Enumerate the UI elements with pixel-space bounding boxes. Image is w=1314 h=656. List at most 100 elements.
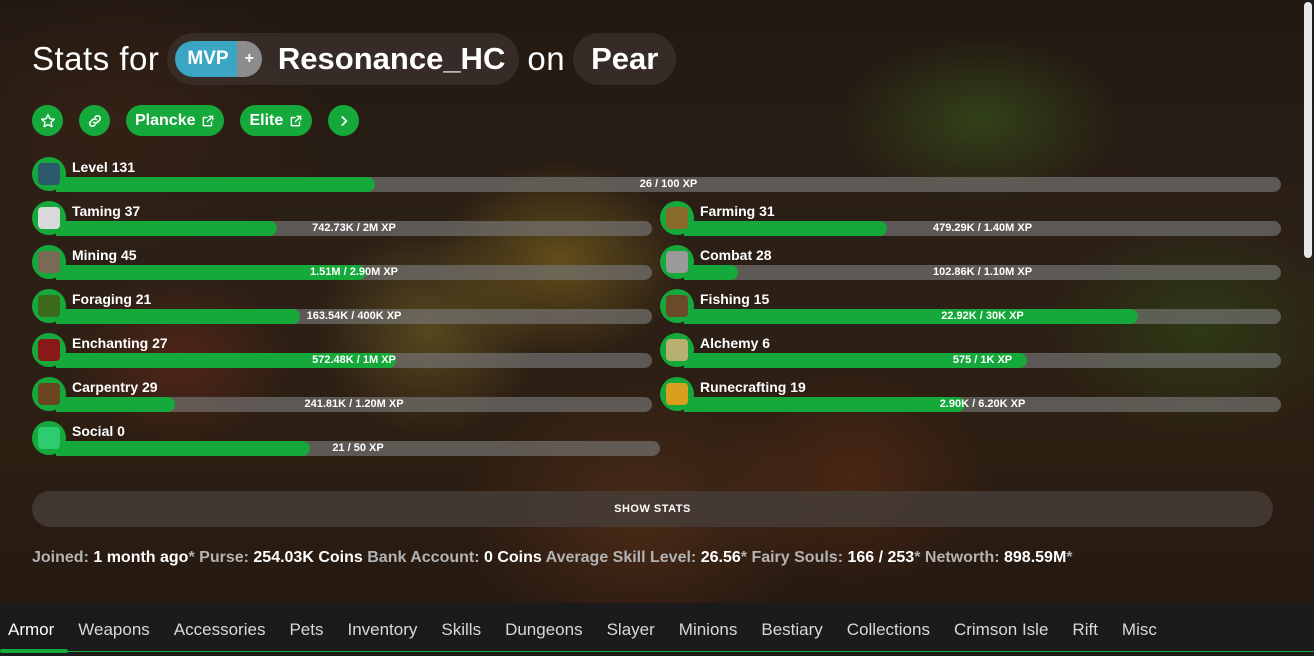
skill-xp-text: 22.92K / 30K XP bbox=[941, 310, 1024, 322]
mining-icon-glyph bbox=[38, 251, 60, 273]
profile-summary: Joined: 1 month ago* Purse: 254.03K Coin… bbox=[32, 549, 1073, 567]
carpentry-icon bbox=[32, 377, 66, 411]
tab-crimson-isle[interactable]: Crimson Isle bbox=[954, 620, 1048, 640]
player-name: Resonance_HC bbox=[277, 41, 506, 76]
skill-label: Runecrafting 19 bbox=[700, 379, 806, 395]
skill-level: Level 131 26 / 100 XP bbox=[32, 157, 1281, 192]
avg-asterisk: * bbox=[740, 549, 747, 566]
page-title: Stats for MVP + Resonance_HC on Pear bbox=[32, 33, 677, 85]
title-on: on bbox=[527, 40, 566, 77]
title-prefix: Stats for bbox=[32, 40, 160, 77]
skill-xp-text: 2.90K / 6.20K XP bbox=[939, 398, 1026, 410]
skill-label: Foraging 21 bbox=[72, 291, 152, 307]
tab-bestiary[interactable]: Bestiary bbox=[761, 620, 822, 640]
tab-slayer[interactable]: Slayer bbox=[607, 620, 655, 640]
skill-progress-bar: 479.29K / 1.40M XP bbox=[684, 221, 1281, 236]
tab-accessories[interactable]: Accessories bbox=[174, 620, 266, 640]
active-tab-indicator bbox=[0, 649, 68, 653]
tab-collections[interactable]: Collections bbox=[847, 620, 930, 640]
tab-weapons[interactable]: Weapons bbox=[78, 620, 150, 640]
elite-label: Elite bbox=[249, 111, 284, 129]
skill-foraging: Foraging 21 163.54K / 400K XP bbox=[32, 289, 652, 324]
farming-icon-glyph bbox=[666, 207, 688, 229]
networth-value: 898.59M bbox=[1004, 549, 1067, 566]
foraging-icon bbox=[32, 289, 66, 323]
favorite-button[interactable] bbox=[32, 105, 63, 136]
skill-progress-bar: 26 / 100 XP bbox=[56, 177, 1281, 192]
profile-chip[interactable]: Pear bbox=[573, 33, 677, 85]
fishing-icon-glyph bbox=[666, 295, 688, 317]
skill-runecrafting: Runecrafting 19 2.90K / 6.20K XP bbox=[660, 377, 1281, 412]
skill-xp-text: 742.73K / 2M XP bbox=[312, 222, 396, 234]
alchemy-icon-glyph bbox=[666, 339, 688, 361]
skill-combat: Combat 28 102.86K / 1.10M XP bbox=[660, 245, 1281, 280]
more-links-button[interactable] bbox=[328, 105, 360, 136]
skill-xp-text: 1.51M / 2.90M XP bbox=[309, 266, 399, 278]
carpentry-icon-glyph bbox=[38, 383, 60, 405]
rank-plus: + bbox=[236, 41, 262, 77]
skill-xp-text: 163.54K / 400K XP bbox=[306, 310, 402, 322]
enchanting-icon bbox=[32, 333, 66, 367]
skill-farming: Farming 31 479.29K / 1.40M XP bbox=[660, 201, 1281, 236]
skill-fishing: Fishing 15 22.92K / 30K XP bbox=[660, 289, 1281, 324]
skill-label: Combat 28 bbox=[700, 247, 772, 263]
skill-enchanting: Enchanting 27 572.48K / 1M XP bbox=[32, 333, 652, 368]
level-icon bbox=[32, 157, 66, 191]
alchemy-icon bbox=[660, 333, 694, 367]
tab-inventory[interactable]: Inventory bbox=[347, 620, 417, 640]
skill-progress-bar: 2.90K / 6.20K XP bbox=[684, 397, 1281, 412]
skill-progress-bar: 742.73K / 2M XP bbox=[56, 221, 652, 236]
skill-taming: Taming 37 742.73K / 2M XP bbox=[32, 201, 652, 236]
skill-label: Taming 37 bbox=[72, 203, 141, 219]
skill-carpentry: Carpentry 29 241.81K / 1.20M XP bbox=[32, 377, 652, 412]
skill-label: Mining 45 bbox=[72, 247, 137, 263]
farming-icon bbox=[660, 201, 694, 235]
runecrafting-icon bbox=[660, 377, 694, 411]
skill-xp-text: 102.86K / 1.10M XP bbox=[932, 266, 1033, 278]
skill-progress-bar: 1.51M / 2.90M XP bbox=[56, 265, 652, 280]
skill-xp-text: 572.48K / 1M XP bbox=[312, 354, 396, 366]
bank-key: Bank Account: bbox=[367, 549, 480, 566]
fairy-souls-key: Fairy Souls: bbox=[751, 549, 844, 566]
elite-link-button[interactable]: Elite bbox=[240, 105, 313, 136]
page-scrollbar[interactable] bbox=[1304, 2, 1312, 258]
skill-label: Social 0 bbox=[72, 423, 125, 439]
skill-progress-bar: 163.54K / 400K XP bbox=[56, 309, 652, 324]
joined-key: Joined: bbox=[32, 549, 89, 566]
player-chip[interactable]: MVP + Resonance_HC bbox=[167, 33, 520, 85]
profile-name: Pear bbox=[591, 41, 659, 76]
plancke-label: Plancke bbox=[135, 111, 196, 129]
rank-badge: MVP + bbox=[175, 41, 262, 77]
social-icon-glyph bbox=[38, 427, 60, 449]
tab-rift[interactable]: Rift bbox=[1072, 620, 1098, 640]
skill-progress-bar: 575 / 1K XP bbox=[684, 353, 1281, 368]
skill-mining: Mining 45 1.51M / 2.90M XP bbox=[32, 245, 652, 280]
tab-bar-line bbox=[0, 651, 1314, 652]
tab-skills[interactable]: Skills bbox=[441, 620, 481, 640]
section-tabs: Armor Weapons Accessories Pets Inventory… bbox=[0, 603, 1314, 656]
skill-label: Level 131 bbox=[72, 159, 136, 175]
tab-pets[interactable]: Pets bbox=[289, 620, 323, 640]
show-stats-button[interactable]: SHOW STATS bbox=[32, 491, 1273, 527]
action-buttons: Plancke Elite bbox=[32, 105, 360, 136]
tab-minions[interactable]: Minions bbox=[679, 620, 738, 640]
skill-xp-text: 241.81K / 1.20M XP bbox=[304, 398, 404, 410]
skill-xp-text: 21 / 50 XP bbox=[332, 442, 384, 454]
tab-misc[interactable]: Misc bbox=[1122, 620, 1157, 640]
level-icon-glyph bbox=[38, 163, 60, 185]
skill-progress-bar: 22.92K / 30K XP bbox=[684, 309, 1281, 324]
skill-alchemy: Alchemy 6 575 / 1K XP bbox=[660, 333, 1281, 368]
taming-icon-glyph bbox=[38, 207, 60, 229]
fishing-icon bbox=[660, 289, 694, 323]
joined-asterisk: * bbox=[188, 549, 195, 566]
skill-label: Enchanting 27 bbox=[72, 335, 168, 351]
tab-armor[interactable]: Armor bbox=[8, 620, 54, 640]
bank-value: 0 Coins bbox=[484, 549, 542, 566]
skill-progress-bar: 241.81K / 1.20M XP bbox=[56, 397, 652, 412]
rank-main: MVP bbox=[175, 41, 237, 77]
combat-icon bbox=[660, 245, 694, 279]
tab-dungeons[interactable]: Dungeons bbox=[505, 620, 583, 640]
plancke-link-button[interactable]: Plancke bbox=[126, 105, 225, 136]
mining-icon bbox=[32, 245, 66, 279]
copy-link-button[interactable] bbox=[79, 105, 110, 136]
